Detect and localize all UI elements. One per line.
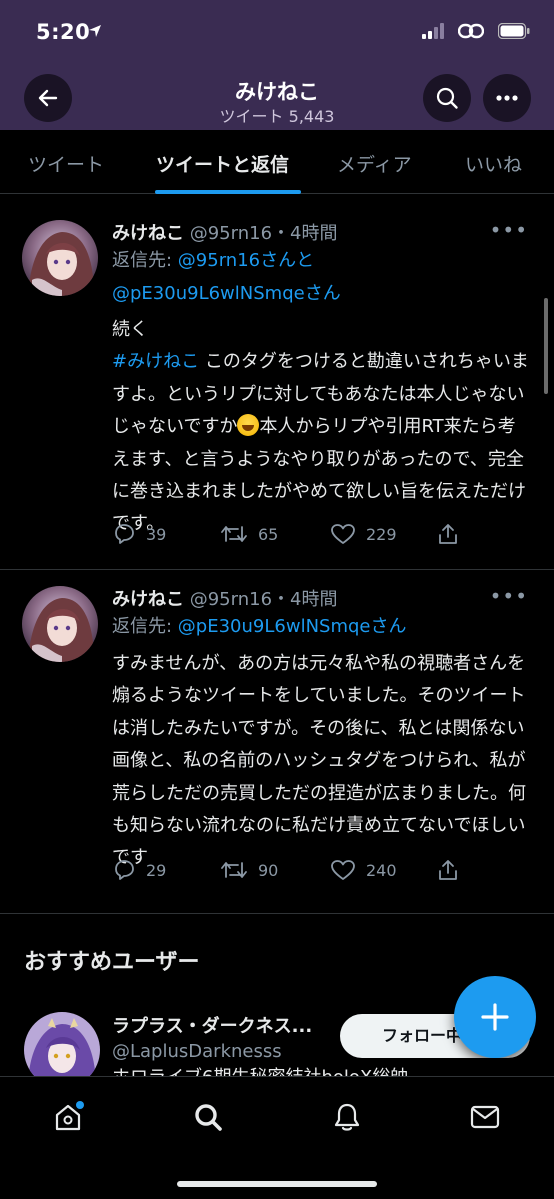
like-button[interactable]: 229 xyxy=(330,522,397,546)
tweet[interactable]: みけねこ @95rn16・4時間 ••• 返信先: @pE30u9L6wlNSm… xyxy=(0,570,554,914)
mention-link[interactable]: @95rn16さんと xyxy=(178,250,314,271)
status-indicators xyxy=(422,22,530,40)
mention-link[interactable]: @pE30u9L6wlNSmqeさん xyxy=(112,283,341,304)
tweet-header: みけねこ @95rn16・4時間 xyxy=(112,585,338,611)
notifications-icon xyxy=(334,1103,360,1131)
hashtag-link[interactable]: #みけねこ xyxy=(112,351,199,372)
reply-to: 返信先: @95rn16さんと @pE30u9L6wlNSmqeさん xyxy=(112,244,532,310)
reply-icon xyxy=(115,524,134,544)
profile-name-title: みけねこ xyxy=(235,80,319,104)
nav-home[interactable] xyxy=(48,1097,88,1137)
messages-icon xyxy=(470,1105,500,1129)
reply-prefix: 返信先: xyxy=(112,250,178,271)
profile-tabs: ツイート ツイートと返信 メディア いいね xyxy=(0,130,554,194)
tweet-actions: 29 90 240 xyxy=(112,858,532,888)
retweet-button[interactable]: 65 xyxy=(220,522,278,546)
status-bar: 5:20 xyxy=(0,0,554,66)
suggested-user-handle: @LaplusDarknesss xyxy=(112,1041,282,1062)
share-icon xyxy=(439,860,457,880)
tab-likes[interactable]: いいね xyxy=(465,150,522,177)
tweet-header: みけねこ @95rn16・4時間 xyxy=(112,219,338,245)
reply-count: 29 xyxy=(146,860,167,880)
share-button[interactable] xyxy=(436,858,460,882)
reply-icon xyxy=(115,860,134,880)
heart-icon xyxy=(331,524,355,544)
tweet-handle-time: @95rn16・4時間 xyxy=(189,589,338,610)
tab-tweets-and-replies[interactable]: ツイートと返信 xyxy=(156,150,289,177)
avatar[interactable] xyxy=(22,220,98,296)
tweet-text: 続く #みけねこ このタグをつけると勘違いされちゃいますよ。というリプに対しても… xyxy=(112,314,532,541)
search-icon xyxy=(436,87,458,109)
reply-count: 39 xyxy=(146,524,167,544)
retweet-icon xyxy=(221,526,247,542)
like-button[interactable]: 240 xyxy=(330,858,397,882)
tab-media[interactable]: メディア xyxy=(337,150,412,177)
suggested-user-name[interactable]: ラプラス・ダークネス... xyxy=(112,1012,312,1038)
scrollbar[interactable] xyxy=(544,298,548,394)
tweet-author-name[interactable]: みけねこ xyxy=(112,589,184,610)
avatar-image xyxy=(22,220,98,296)
tab-tweets[interactable]: ツイート xyxy=(28,150,104,177)
more-icon xyxy=(496,95,518,101)
reply-prefix: 返信先: xyxy=(112,616,178,637)
explore-icon xyxy=(195,1104,222,1131)
battery-icon xyxy=(498,23,530,39)
avatar[interactable] xyxy=(22,586,98,662)
suggested-users-title: おすすめユーザー xyxy=(24,950,200,975)
tweet-actions: 39 65 229 xyxy=(112,522,532,552)
suggested-user-bio: ホロライブ6期生秘密結社holoX総帥 xyxy=(112,1066,532,1076)
compose-button[interactable] xyxy=(454,976,536,1058)
home-indicator xyxy=(177,1181,377,1187)
like-count: 240 xyxy=(366,860,397,880)
tweet-handle-time: @95rn16・4時間 xyxy=(189,223,338,244)
reply-to: 返信先: @pE30u9L6wlNSmqeさん xyxy=(112,610,532,643)
nav-explore[interactable] xyxy=(188,1097,228,1137)
avatar-image xyxy=(22,586,98,662)
status-time: 5:20 xyxy=(36,20,91,44)
share-icon xyxy=(439,524,457,544)
reply-button[interactable]: 39 xyxy=(112,522,166,546)
signal-icon xyxy=(422,23,444,39)
grinning-emoji-icon xyxy=(237,414,260,437)
mention-link[interactable]: @pE30u9L6wlNSmqeさん xyxy=(178,616,407,637)
retweet-icon xyxy=(221,862,247,878)
search-button[interactable] xyxy=(423,74,471,122)
reply-button[interactable]: 29 xyxy=(112,858,166,882)
tweet-more-icon[interactable]: ••• xyxy=(490,584,528,608)
share-button[interactable] xyxy=(436,522,460,546)
like-count: 229 xyxy=(366,524,397,544)
active-tab-indicator xyxy=(155,190,301,194)
profile-header: 5:20 みけねこ ツイート 5,443 xyxy=(0,0,554,130)
compose-plus-icon xyxy=(481,1003,509,1031)
location-arrow-icon xyxy=(89,25,101,37)
link-icon xyxy=(458,23,484,39)
heart-icon xyxy=(331,860,355,880)
retweet-count: 90 xyxy=(258,860,279,880)
home-icon xyxy=(55,1101,84,1131)
more-button[interactable] xyxy=(483,74,531,122)
nav-messages[interactable] xyxy=(465,1097,505,1137)
tweet-more-icon[interactable]: ••• xyxy=(490,218,528,242)
tweet-text: すみませんが、あの方は元々私や私の視聴者さんを煽るようなツイートをしていました。… xyxy=(112,653,526,869)
tweet[interactable]: みけねこ @95rn16・4時間 ••• 返信先: @95rn16さんと @pE… xyxy=(0,204,554,570)
suggested-user-bio-text: ホロライブ6期生秘密結社holoX総帥 xyxy=(112,1066,532,1076)
tweet-author-name[interactable]: みけねこ xyxy=(112,223,184,244)
profile-screen: 5:20 みけねこ ツイート 5,443 ツイート ツイートと返信 メディア い… xyxy=(0,0,554,1199)
nav-notifications[interactable] xyxy=(327,1097,367,1137)
tweet-text-line: 続く xyxy=(112,319,148,340)
tweet-count: ツイート 5,443 xyxy=(219,107,335,126)
retweet-count: 65 xyxy=(258,524,279,544)
retweet-button[interactable]: 90 xyxy=(220,858,278,882)
